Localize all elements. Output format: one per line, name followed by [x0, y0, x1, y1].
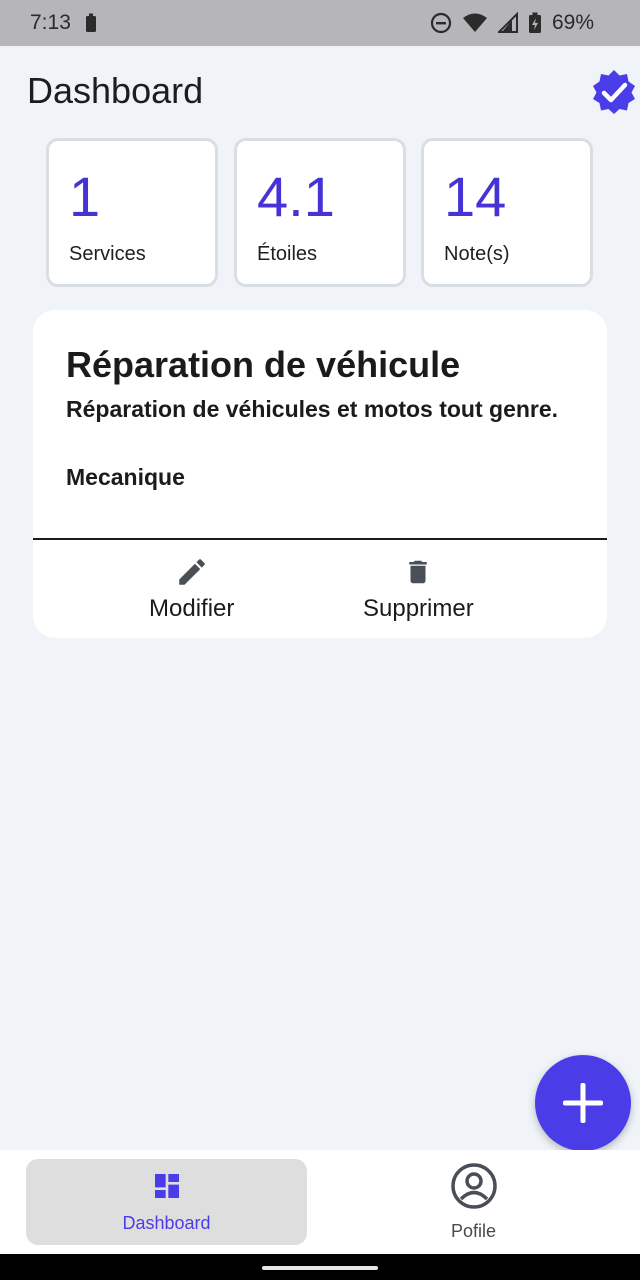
stat-card-notes: 14 Note(s) — [421, 138, 593, 287]
add-service-fab[interactable] — [535, 1055, 631, 1151]
edit-button[interactable]: Modifier — [149, 555, 234, 623]
stat-label: Note(s) — [444, 243, 510, 265]
battery-charging-icon — [528, 12, 542, 34]
stat-card-etoiles: 4.1 Étoiles — [234, 138, 406, 287]
gesture-handle[interactable] — [262, 1266, 378, 1270]
nav-item-dashboard[interactable]: Dashboard — [26, 1159, 307, 1245]
stat-value: 1 — [69, 165, 101, 228]
do-not-disturb-icon — [430, 12, 452, 34]
delete-button-label: Supprimer — [363, 595, 474, 622]
page-title: Dashboard — [27, 70, 204, 111]
delete-button[interactable]: Supprimer — [363, 555, 474, 623]
service-description: Réparation de véhicules et motos tout ge… — [66, 396, 559, 422]
battery-small-icon — [85, 13, 97, 33]
wifi-icon — [462, 12, 488, 34]
cell-signal-icon — [497, 12, 518, 34]
status-time: 7:13 — [30, 11, 71, 34]
stat-card-services: 1 Services — [46, 138, 218, 287]
service-card: Réparation de véhicule Réparation de véh… — [33, 310, 607, 638]
nav-label-dashboard: Dashboard — [122, 1213, 211, 1233]
stat-label: Étoiles — [257, 243, 318, 265]
status-bar: 7:13 69% — [0, 0, 640, 46]
verified-badge-icon[interactable] — [590, 68, 638, 116]
bottom-nav: Dashboard Pofile — [0, 1150, 640, 1254]
battery-percent: 69% — [551, 11, 594, 34]
nav-item-profile[interactable]: Pofile — [333, 1159, 614, 1245]
stat-value: 4.1 — [257, 165, 335, 228]
service-title: Réparation de véhicule — [66, 344, 461, 385]
pencil-icon — [175, 555, 209, 589]
status-left: 7:13 — [30, 11, 97, 35]
status-right: 69% — [430, 11, 594, 35]
dashboard-icon — [151, 1170, 183, 1207]
plus-icon — [563, 1083, 603, 1123]
trash-icon — [403, 555, 433, 589]
gesture-area — [0, 1254, 640, 1280]
stat-label: Services — [69, 243, 146, 265]
stat-value: 14 — [444, 165, 507, 228]
card-divider — [33, 538, 607, 540]
service-category: Mecanique — [66, 464, 185, 490]
account-circle-icon — [450, 1162, 498, 1215]
nav-label-profile: Pofile — [450, 1221, 497, 1241]
edit-button-label: Modifier — [149, 595, 235, 622]
